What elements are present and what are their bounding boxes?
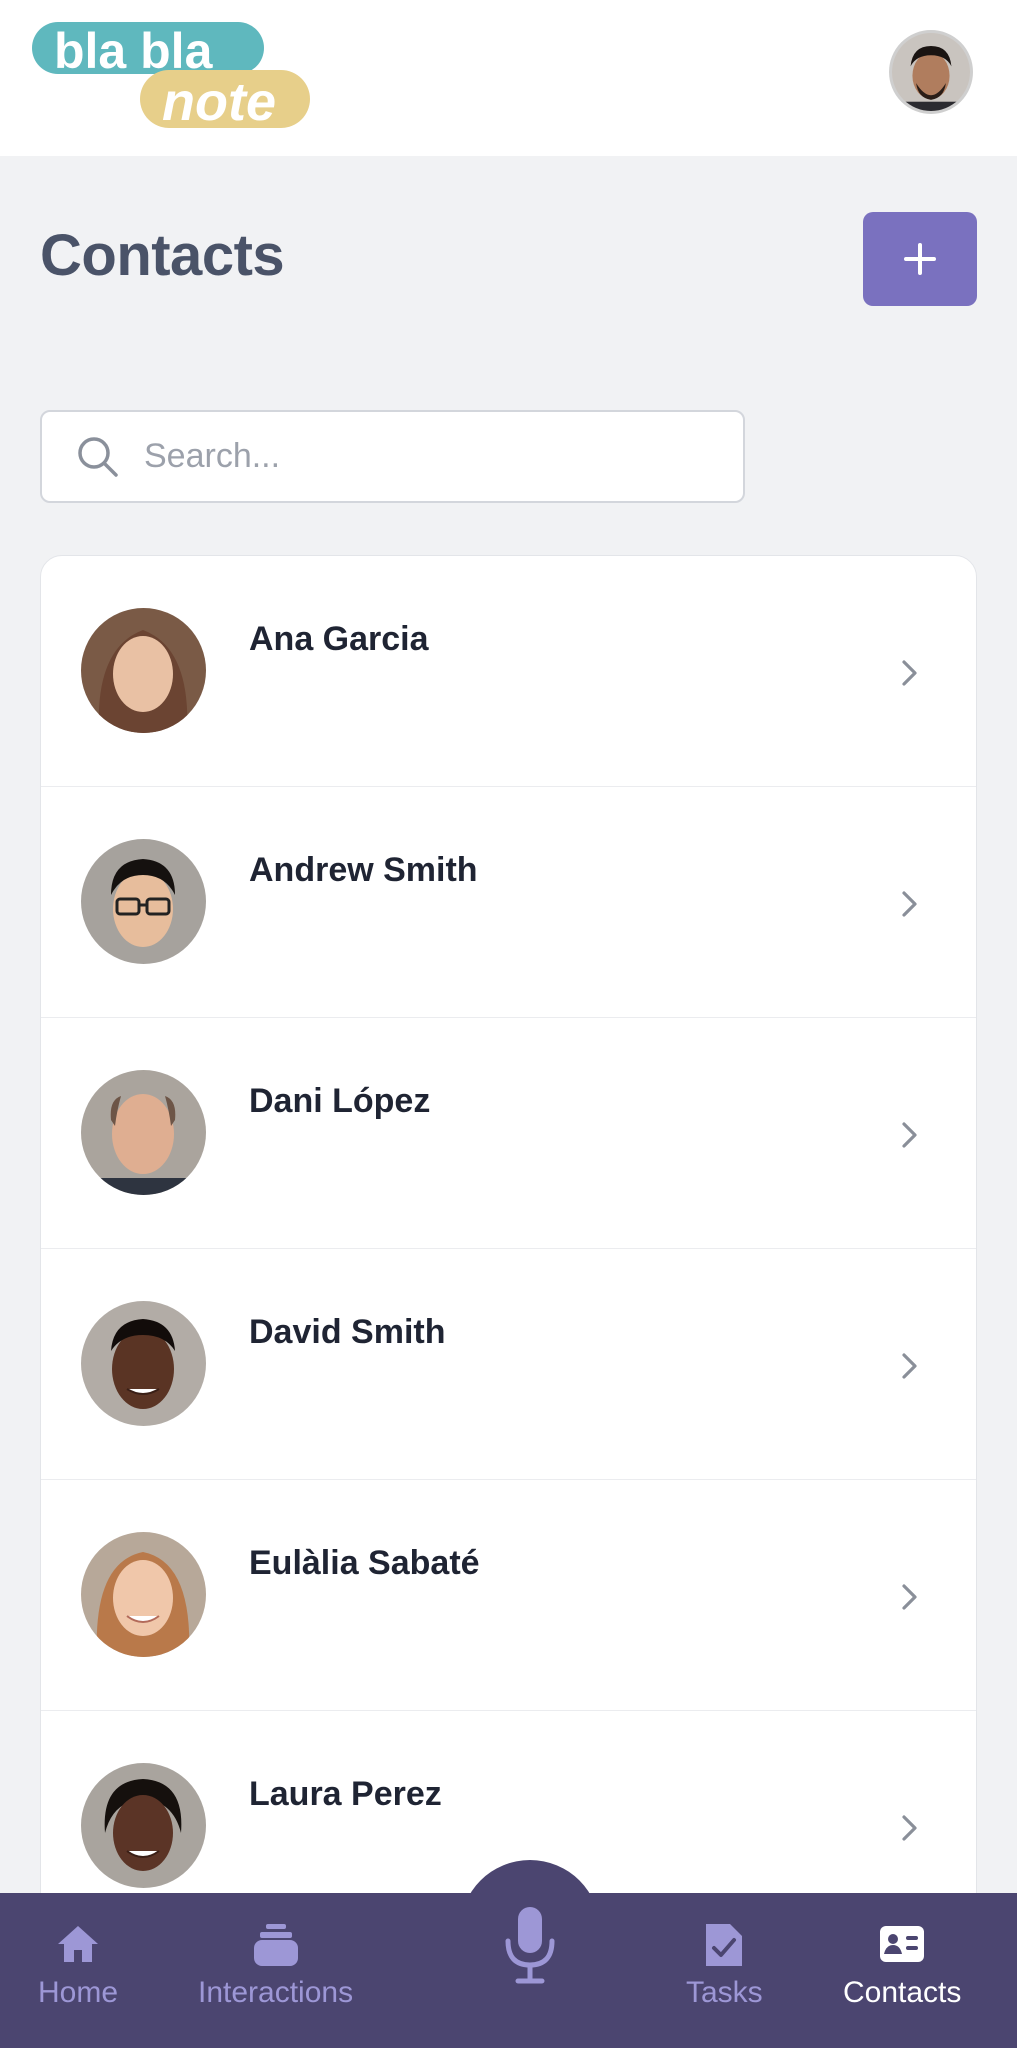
add-contact-button[interactable] [863,212,977,306]
chevron-right-icon [902,1584,917,1610]
contact-row[interactable]: Andrew Smith [41,787,976,1018]
nav-tasks[interactable]: Tasks [686,1920,763,2030]
task-check-icon [706,1924,743,1966]
contact-row[interactable]: Ana Garcia [41,556,976,787]
contact-name: Andrew Smith [249,851,478,889]
contact-row[interactable]: David Smith [41,1249,976,1480]
avatar [81,1532,206,1657]
page-title: Contacts [40,223,285,288]
app-header: bla bla note [0,0,1017,156]
contact-row[interactable]: Dani López [41,1018,976,1249]
chevron-right-icon [902,660,917,686]
stack-icon [253,1924,298,1966]
contact-list: Ana Garcia Andrew Smith Dani López David… [40,555,977,1975]
chevron-right-icon [902,1122,917,1148]
contact-name: Ana Garcia [249,620,429,658]
search-box[interactable] [40,410,745,503]
record-button[interactable] [490,1900,570,1990]
plus-icon [904,243,936,275]
logo-text-bottom: note [162,72,276,132]
chevron-right-icon [902,891,917,917]
app-logo[interactable]: bla bla note [30,20,310,132]
nav-label: Interactions [198,1976,354,2009]
search-input[interactable] [144,437,704,476]
nav-label: Tasks [686,1976,763,2009]
home-icon [58,1926,99,1962]
user-avatar[interactable] [889,30,973,114]
contact-name: David Smith [249,1313,446,1351]
nav-label: Contacts [843,1976,962,2009]
chevron-right-icon [902,1815,917,1841]
search-icon [78,436,118,477]
contact-card-icon [880,1926,925,1962]
nav-contacts[interactable]: Contacts [843,1920,961,2030]
avatar [81,839,206,964]
contact-name: Eulàlia Sabaté [249,1544,480,1582]
avatar [81,1763,206,1888]
microphone-icon [505,1907,555,1984]
avatar [81,608,206,733]
avatar [81,1301,206,1426]
chevron-right-icon [902,1353,917,1379]
contact-row[interactable]: Eulàlia Sabaté [41,1480,976,1711]
nav-label: Home [38,1976,119,2009]
contact-name: Laura Perez [249,1775,442,1813]
contact-name: Dani López [249,1082,431,1120]
nav-home[interactable]: Home [38,1920,118,2030]
avatar [81,1070,206,1195]
nav-interactions[interactable]: Interactions [198,1920,353,2030]
